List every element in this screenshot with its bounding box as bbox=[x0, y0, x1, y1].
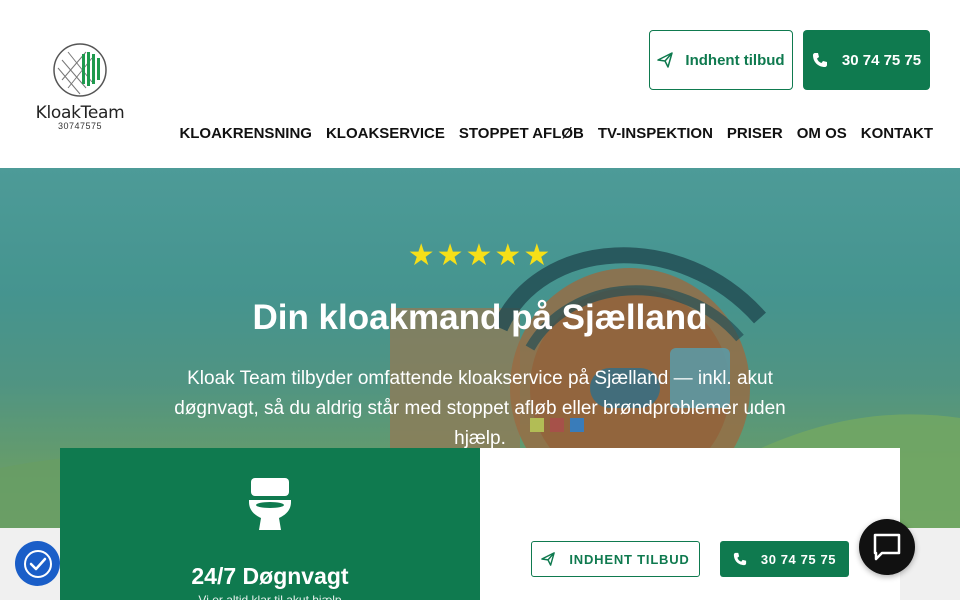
phone-icon bbox=[733, 552, 746, 566]
hero-title: Din kloakmand på Sjælland bbox=[252, 298, 708, 337]
phone-icon bbox=[812, 53, 827, 67]
chat-button[interactable] bbox=[859, 519, 915, 575]
cta-call-button[interactable]: 30 74 75 75 bbox=[720, 541, 849, 577]
nav-item-priser[interactable]: PRISER bbox=[727, 125, 783, 142]
cta-offer-button[interactable]: INDHENT TILBUD bbox=[531, 541, 700, 577]
logo-mark-icon bbox=[53, 43, 107, 97]
chat-icon bbox=[873, 533, 901, 561]
nav-item-stoppet-aflob[interactable]: STOPPET AFLØB bbox=[459, 125, 584, 142]
get-offer-label: Indhent tilbud bbox=[685, 51, 785, 69]
call-label: 30 74 75 75 bbox=[841, 51, 922, 69]
rating-stars: ★★★★★ bbox=[407, 239, 553, 272]
paper-plane-icon bbox=[657, 52, 674, 68]
emergency-title: 24/7 Døgnvagt bbox=[191, 563, 349, 589]
nav-item-kloakservice[interactable]: KLOAKSERVICE bbox=[326, 125, 445, 142]
logo[interactable]: KloakTeam 30747575 bbox=[30, 42, 130, 131]
cta-offer-label: INDHENT TILBUD bbox=[569, 551, 690, 567]
nav-item-kontakt[interactable]: KONTAKT bbox=[861, 125, 933, 142]
logo-name: KloakTeam bbox=[35, 103, 125, 123]
cta-call-label: 30 74 75 75 bbox=[760, 551, 837, 567]
nav-item-tv-inspektion[interactable]: TV-INSPEKTION bbox=[598, 125, 713, 142]
main-nav: KLOAKRENSNING KLOAKSERVICE STOPPET AFLØB… bbox=[179, 125, 933, 142]
accessibility-button[interactable] bbox=[15, 541, 60, 586]
get-offer-button[interactable]: Indhent tilbud bbox=[649, 30, 793, 90]
accessibility-icon bbox=[23, 549, 52, 578]
call-button[interactable]: 30 74 75 75 bbox=[803, 30, 930, 90]
nav-item-om-os[interactable]: OM OS bbox=[797, 125, 847, 142]
toilet-icon bbox=[249, 478, 291, 530]
emergency-card: 24/7 Døgnvagt Vi er altid klar til akut … bbox=[60, 448, 480, 607]
site-header: KloakTeam 30747575 Indhent tilbud 30 74 … bbox=[0, 0, 960, 168]
cta-card: INDHENT TILBUD 30 74 75 75 bbox=[480, 448, 900, 600]
nav-item-kloakrensning[interactable]: KLOAKRENSNING bbox=[179, 125, 312, 142]
paper-plane-icon bbox=[541, 552, 556, 566]
hero-description: Kloak Team tilbyder omfattende kloakserv… bbox=[174, 368, 786, 449]
emergency-subtitle: Vi er altid klar til akut hjælp bbox=[198, 593, 342, 607]
